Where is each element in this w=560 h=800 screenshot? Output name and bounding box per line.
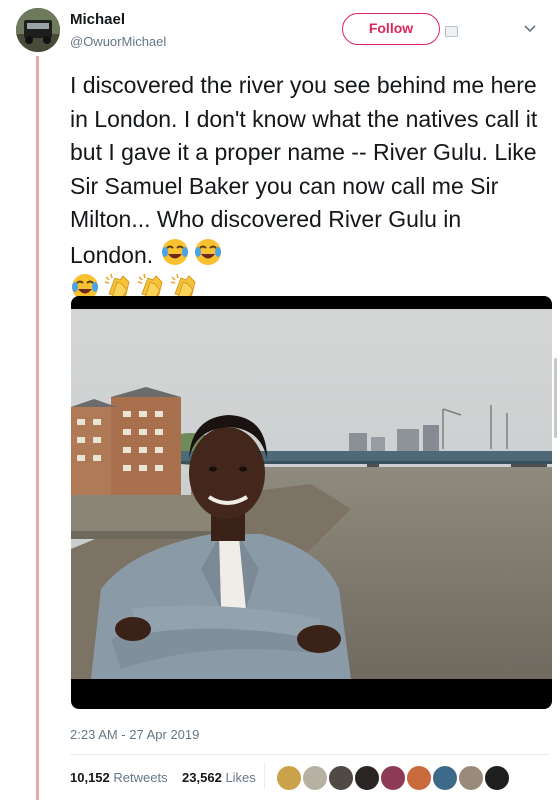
retweets-stat[interactable]: 10,152 Retweets — [70, 770, 168, 785]
avatar[interactable] — [16, 8, 60, 52]
likes-count: 23,562 — [182, 770, 222, 785]
liker-avatar[interactable] — [354, 765, 380, 791]
liker-avatar[interactable] — [380, 765, 406, 791]
face-with-tears-of-joy-icon — [194, 238, 221, 265]
stats-separator — [264, 762, 265, 788]
scrollbar[interactable] — [554, 358, 557, 438]
liker-avatar[interactable] — [406, 765, 432, 791]
retweets-count: 10,152 — [70, 770, 110, 785]
river-photo — [71, 309, 552, 679]
chevron-down-icon[interactable] — [522, 22, 538, 36]
tweet-photo[interactable] — [71, 296, 552, 709]
divider — [70, 754, 550, 755]
tweet-timestamp[interactable]: 2:23 AM - 27 Apr 2019 — [70, 727, 199, 742]
user-handle[interactable]: @OwuorMichael — [70, 34, 166, 49]
retweets-label: Retweets — [113, 770, 168, 785]
vehicle-avatar-icon — [16, 8, 60, 52]
liker-avatar[interactable] — [328, 765, 354, 791]
liker-avatar[interactable] — [302, 765, 328, 791]
tweet-text: I discovered the river you see behind me… — [70, 69, 550, 308]
card-icon — [445, 26, 458, 37]
liker-avatar[interactable] — [276, 765, 302, 791]
display-name[interactable]: Michael — [70, 11, 125, 28]
liker-avatar[interactable] — [484, 765, 510, 791]
likes-label: Likes — [225, 770, 256, 785]
follow-button[interactable]: Follow — [342, 13, 440, 45]
tweet-stats: 10,152 Retweets 23,562 Likes — [70, 770, 256, 785]
thread-line — [36, 56, 39, 800]
likes-stat[interactable]: 23,562 Likes — [182, 770, 256, 785]
tweet-body: I discovered the river you see behind me… — [70, 72, 538, 268]
face-with-tears-of-joy-icon — [161, 238, 188, 265]
liker-avatar[interactable] — [458, 765, 484, 791]
liker-avatar[interactable] — [432, 765, 458, 791]
